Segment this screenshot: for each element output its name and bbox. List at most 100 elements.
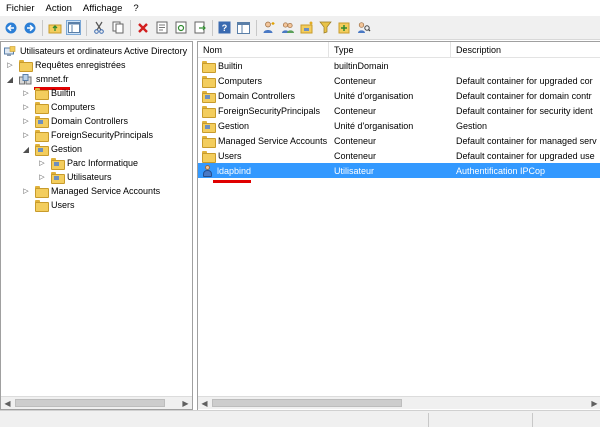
folder-icon	[19, 60, 33, 72]
cell-type: Unité d'organisation	[334, 90, 414, 101]
new-group-icon[interactable]	[280, 20, 295, 35]
column-header-description[interactable]: Description	[451, 42, 600, 58]
tree-item-label: Utilisateurs	[67, 172, 112, 182]
forward-icon[interactable]	[22, 20, 37, 35]
add-to-group-icon[interactable]	[337, 20, 352, 35]
list-item[interactable]: Gestion Unité d'organisation Gestion	[198, 118, 600, 133]
chevron-right-icon[interactable]: ▷	[6, 61, 14, 69]
chevron-right-icon[interactable]: ▷	[22, 117, 30, 125]
list-item[interactable]: Builtin builtinDomain	[198, 58, 600, 73]
list-pane[interactable]: Nom Type Description Builtin builtinDomai…	[197, 41, 600, 410]
list-item[interactable]: ldapbind Utilisateur Authentification IPCo…	[198, 163, 600, 178]
cut-icon[interactable]	[91, 20, 106, 35]
cell-description	[456, 58, 600, 73]
scroll-thumb[interactable]	[15, 399, 165, 407]
chevron-right-icon[interactable]: ▷	[22, 187, 30, 195]
cell-type: builtinDomain	[334, 60, 389, 71]
tree-item-computers[interactable]: ▷ Computers	[22, 100, 95, 114]
menu-bar: Fichier Action Affichage ?	[0, 0, 600, 16]
folder-icon	[35, 102, 49, 114]
tree-item-saved-queries[interactable]: ▷ Requêtes enregistrées	[6, 58, 126, 72]
new-user-icon[interactable]	[261, 20, 276, 35]
toolbar-separator	[212, 19, 213, 36]
chevron-right-icon[interactable]: ▷	[22, 131, 30, 139]
menu-action[interactable]: Action	[46, 3, 72, 14]
list-item[interactable]: Users Conteneur Default container for upgr…	[198, 148, 600, 163]
copy-icon[interactable]	[110, 20, 125, 35]
cell-name: Gestion	[202, 118, 328, 133]
tree-item-foreign-security-principals[interactable]: ▷ ForeignSecurityPrincipals	[22, 128, 153, 142]
row-name-text: Computers	[218, 75, 263, 86]
row-name-text: Domain Controllers	[218, 90, 296, 101]
row-name-text: ldapbind	[217, 165, 252, 176]
tree-item-gestion[interactable]: ◢ Gestion	[22, 142, 82, 156]
cell-name: Builtin	[202, 58, 328, 73]
find-icon[interactable]	[356, 20, 371, 35]
scroll-left-icon[interactable]: ◀	[1, 397, 14, 409]
menu-affichage[interactable]: Affichage	[83, 3, 122, 14]
tree-item-domain[interactable]: ◢ smnet.fr	[6, 72, 69, 86]
toolbar-separator	[130, 19, 131, 36]
scroll-thumb[interactable]	[212, 399, 402, 407]
tree-item-managed-service-accounts[interactable]: ▷ Managed Service Accounts	[22, 184, 160, 198]
ou-icon	[35, 144, 49, 156]
column-header-type[interactable]: Type	[329, 42, 451, 58]
tree-item-users[interactable]: Users	[35, 198, 75, 212]
chevron-right-icon[interactable]: ▷	[38, 159, 46, 167]
tree-item-utilisateurs[interactable]: ▷ Utilisateurs	[38, 170, 112, 184]
annotation-underline	[213, 180, 251, 183]
chevron-right-icon[interactable]: ▷	[22, 89, 30, 97]
ou-icon	[202, 120, 216, 133]
tree-item-parc-informatique[interactable]: ▷ Parc Informatique	[38, 156, 138, 170]
menu-fichier[interactable]: Fichier	[6, 3, 35, 14]
list-item[interactable]: Domain Controllers Unité d'organisation De…	[198, 88, 600, 103]
tree-root[interactable]: Utilisateurs et ordinateurs Active Direc…	[4, 44, 187, 58]
refresh-icon[interactable]	[173, 20, 188, 35]
new-ou-icon[interactable]	[299, 20, 314, 35]
back-icon[interactable]	[3, 20, 18, 35]
toolbar-separator	[86, 19, 87, 36]
export-icon[interactable]	[192, 20, 207, 35]
cell-type: Conteneur	[334, 105, 377, 116]
cell-description: Default container for upgraded cor	[456, 75, 593, 86]
folder-icon	[202, 135, 216, 148]
cell-name: Computers	[202, 73, 328, 88]
list-item[interactable]: Computers Conteneur Default container for …	[198, 73, 600, 88]
filter-icon[interactable]	[318, 20, 333, 35]
chevron-down-icon[interactable]: ◢	[6, 75, 14, 84]
cell-description: Default container for upgraded use	[456, 150, 595, 161]
cell-type: Utilisateur	[334, 165, 375, 176]
tree-item-domain-controllers[interactable]: ▷ Domain Controllers	[22, 114, 128, 128]
tree-horizontal-scrollbar[interactable]: ◀ ▶	[1, 396, 192, 409]
console-icon[interactable]	[236, 20, 251, 35]
delete-icon[interactable]	[135, 20, 150, 35]
help-icon[interactable]: ?	[217, 20, 232, 35]
tree-item-label: Requêtes enregistrées	[35, 60, 126, 70]
up-folder-icon[interactable]	[47, 20, 62, 35]
scroll-right-icon[interactable]: ▶	[588, 397, 600, 409]
folder-icon	[35, 130, 49, 142]
tree-pane[interactable]: Utilisateurs et ordinateurs Active Direc…	[0, 41, 193, 410]
tree-root-label: Utilisateurs et ordinateurs Active Direc…	[20, 46, 188, 56]
user-icon	[202, 164, 213, 177]
row-name-text: Users	[218, 150, 242, 161]
folder-icon	[35, 200, 49, 212]
chevron-right-icon[interactable]: ▷	[38, 173, 46, 181]
menu-help[interactable]: ?	[133, 3, 138, 14]
toolbar: ?	[0, 16, 600, 40]
list-horizontal-scrollbar[interactable]: ◀ ▶	[198, 396, 600, 409]
list-item[interactable]: ForeignSecurityPrincipals Conteneur Defaul…	[198, 103, 600, 118]
scroll-right-icon[interactable]: ▶	[179, 397, 192, 409]
chevron-right-icon[interactable]: ▷	[22, 103, 30, 111]
properties-icon[interactable]	[154, 20, 169, 35]
cell-name: Managed Service Accounts	[202, 133, 328, 148]
scroll-left-icon[interactable]: ◀	[198, 397, 211, 409]
tree-item-builtin[interactable]: ▷ Builtin	[22, 86, 76, 100]
list-item[interactable]: Managed Service Accounts Conteneur Default…	[198, 133, 600, 148]
tree-item-label: Gestion	[51, 144, 83, 154]
column-header-name[interactable]: Nom	[198, 42, 329, 58]
show-tree-icon[interactable]	[66, 20, 81, 35]
row-name-text: Builtin	[218, 60, 243, 71]
toolbar-separator	[256, 19, 257, 36]
chevron-down-icon[interactable]: ◢	[22, 145, 30, 154]
